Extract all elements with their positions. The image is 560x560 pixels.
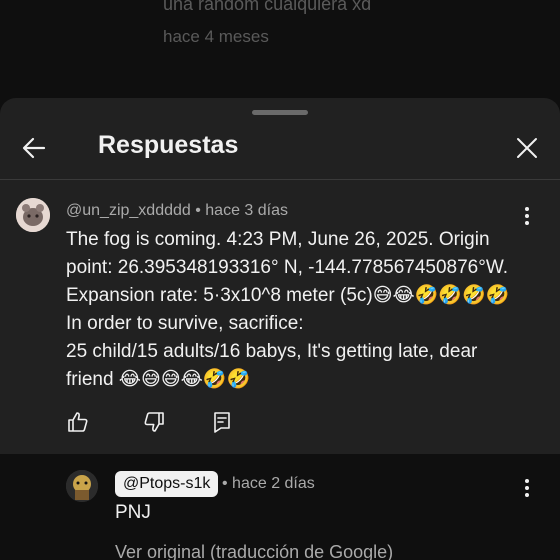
reply-text: PNJ bbox=[115, 502, 151, 523]
reply-comment-icon bbox=[214, 412, 230, 433]
comment-time: hace 3 días bbox=[205, 202, 289, 219]
comment-text: The fog is coming. 4:23 PM, June 26, 202… bbox=[66, 226, 546, 394]
kebab-dot bbox=[525, 493, 529, 497]
avatar-image bbox=[66, 470, 98, 502]
kebab-dot bbox=[525, 221, 529, 225]
comment-author[interactable]: @un_zip_xddddd bbox=[66, 202, 191, 219]
reply-more-button[interactable] bbox=[516, 476, 538, 500]
comment-line: friend 😂😅😅😂🤣🤣 bbox=[66, 369, 251, 390]
back-button[interactable] bbox=[14, 128, 54, 168]
background-comment-text: una random cualquiera xd bbox=[163, 0, 372, 14]
kebab-dot bbox=[525, 486, 529, 490]
comment-line: The fog is coming. 4:23 PM, June 26, 202… bbox=[66, 229, 490, 250]
sheet-title: Respuestas bbox=[98, 131, 239, 159]
sheet-header: Respuestas bbox=[0, 116, 560, 180]
close-button[interactable] bbox=[507, 128, 547, 168]
comment-meta: @un_zip_xddddd • hace 3 días bbox=[66, 202, 288, 220]
reply-author-chip[interactable]: @Ptops-s1k bbox=[115, 471, 219, 497]
thumbs-up-icon bbox=[68, 412, 88, 432]
arrow-left-icon bbox=[22, 137, 46, 159]
like-button[interactable] bbox=[66, 410, 90, 434]
avatar-image bbox=[16, 198, 50, 232]
background-comment-time: hace 4 meses bbox=[163, 27, 269, 46]
reply-button[interactable] bbox=[210, 410, 234, 434]
background-content: una random cualquiera xd hace 4 meses bbox=[0, 0, 560, 100]
comment-line: point: 26.395348193316° N, -144.77856745… bbox=[66, 257, 509, 278]
kebab-dot bbox=[525, 207, 529, 211]
comment-more-button[interactable] bbox=[516, 204, 538, 228]
comment-line: 25 child/15 adults/16 babys, It's gettin… bbox=[66, 341, 478, 362]
reply-comment: @Ptops-s1k • hace 2 días PNJ Ver origina… bbox=[0, 454, 560, 560]
avatar[interactable] bbox=[66, 470, 98, 502]
comment-line: In order to survive, sacrifice: bbox=[66, 313, 304, 334]
comment-line: Expansion rate: 5·3x10^8 meter (5c)😅😂🤣🤣🤣… bbox=[66, 285, 510, 306]
parent-comment: @un_zip_xddddd • hace 3 días The fog is … bbox=[0, 182, 560, 454]
avatar[interactable] bbox=[16, 198, 50, 232]
dislike-button[interactable] bbox=[142, 410, 166, 434]
reply-time: hace 2 días bbox=[232, 475, 315, 492]
replies-sheet: Respuestas @un_zip_xddddd • hace 3 días bbox=[0, 98, 560, 560]
reply-meta: • hace 2 días bbox=[222, 475, 315, 493]
kebab-dot bbox=[525, 214, 529, 218]
see-original-link[interactable]: Ver original (traducción de Google) bbox=[115, 542, 393, 560]
close-icon bbox=[517, 138, 537, 158]
thumbs-down-icon bbox=[144, 412, 164, 432]
sheet-drag-handle[interactable] bbox=[252, 110, 308, 115]
kebab-dot bbox=[525, 479, 529, 483]
meta-separator: • bbox=[222, 475, 233, 492]
meta-separator: • bbox=[195, 202, 206, 219]
